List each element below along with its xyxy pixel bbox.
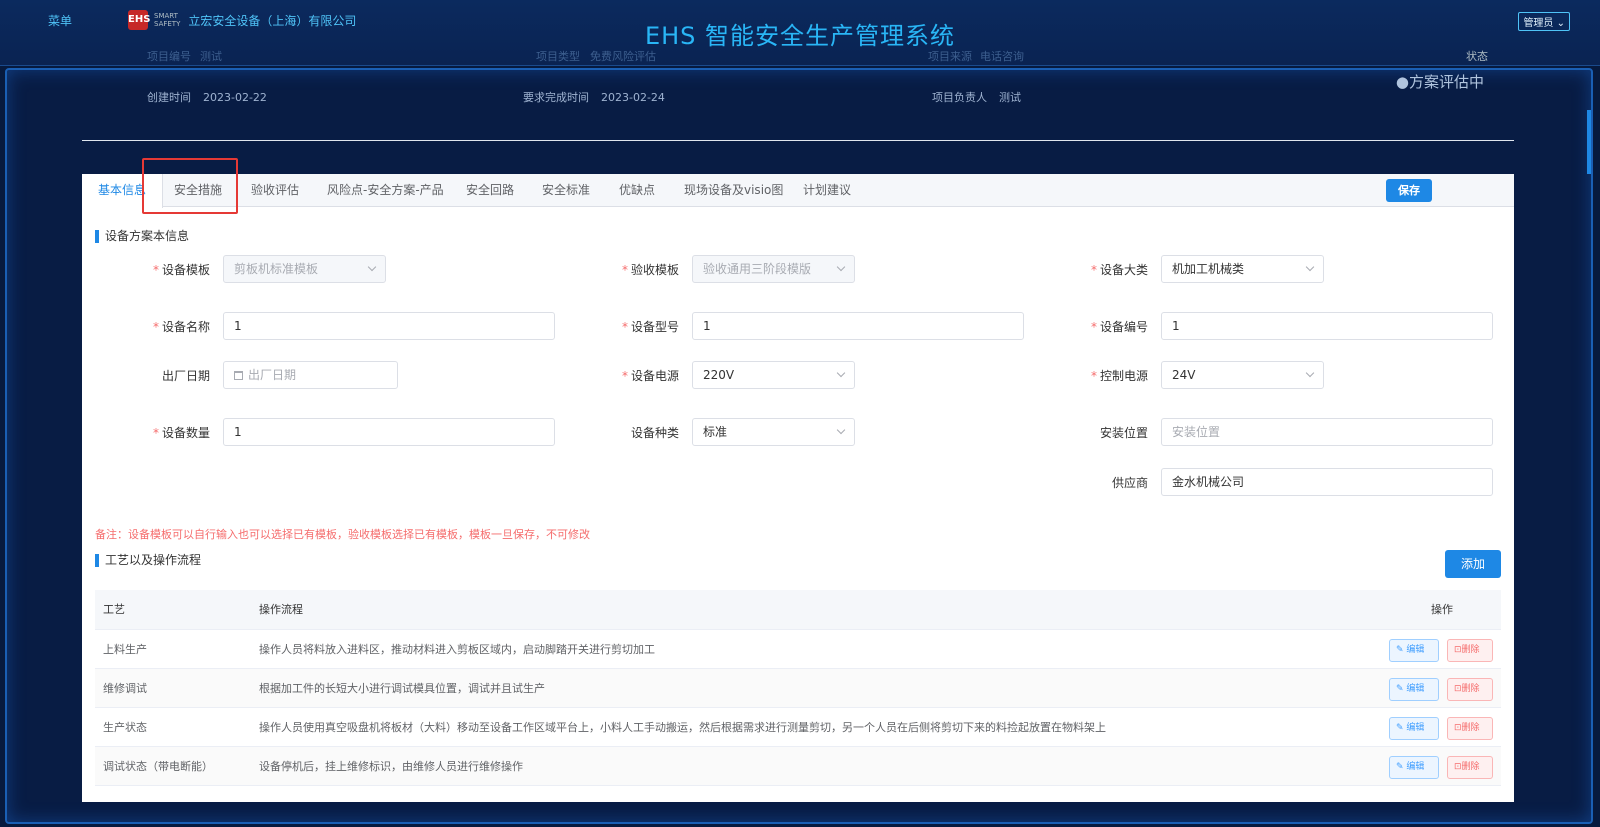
table-row: 调试状态（带电断能） 设备停机后，挂上维修标识，由维修人员进行维修操作 ✎ 编辑… — [95, 747, 1501, 786]
tab-site-equipment[interactable]: 现场设备及visio图 — [668, 174, 799, 207]
acceptance-select[interactable]: 验收通用三阶段模版 — [692, 255, 855, 283]
supplier-label: 供应商 — [1111, 476, 1148, 490]
project-type-label: 项目类型 — [536, 50, 580, 63]
delete-button[interactable]: ⊡删除 — [1447, 756, 1493, 779]
form-note: 备注：设备模板可以自行输入也可以选择已有模板，验收模板选择已有模板，模板一旦保存… — [95, 528, 590, 541]
chevron-down-icon — [1305, 262, 1315, 272]
project-number-label: 项目编号 — [147, 50, 191, 63]
project-type: 免费风险评估 — [590, 50, 656, 63]
tab-risk-points[interactable]: 风险点-安全方案-产品 — [311, 174, 460, 207]
tab-safety-measures[interactable]: 安全措施 — [158, 174, 238, 207]
name-label: * 设备名称 — [152, 320, 210, 334]
edit-button[interactable]: ✎ 编辑 — [1389, 717, 1439, 740]
admin-dropdown[interactable]: 管理员 ⌄ — [1518, 12, 1570, 31]
calendar-icon — [234, 371, 243, 380]
table-row: 生产状态 操作人员使用真空吸盘机将板材（大料）移动至设备工作区域平台上，小料人工… — [95, 708, 1501, 747]
section-title-basic: 设备方案本信息 — [95, 230, 189, 243]
model-field[interactable]: 1 — [692, 312, 1024, 340]
tab-safety-standard[interactable]: 安全标准 — [526, 174, 606, 207]
project-source-label: 项目来源 — [928, 50, 972, 63]
tab-pros-cons[interactable]: 优缺点 — [603, 174, 671, 207]
chevron-down-icon — [836, 425, 846, 435]
table-row: 维修调试 根据加工件的长短大小进行调试模具位置，调试并且试生产 ✎ 编辑 ⊡删除 — [95, 669, 1501, 708]
supplier-field[interactable]: 金水机械公司 — [1161, 468, 1493, 496]
qty-label: * 设备数量 — [152, 426, 210, 440]
created-time: 创建时间 2023-02-22 — [147, 91, 267, 104]
row-process: 调试状态（带电断能） — [103, 760, 213, 773]
col-flow: 操作流程 — [259, 603, 303, 616]
edit-button[interactable]: ✎ 编辑 — [1389, 639, 1439, 662]
location-field[interactable]: 安装位置 — [1161, 418, 1493, 446]
date-picker[interactable]: 出厂日期 — [223, 361, 398, 389]
category-label: * 设备大类 — [1090, 263, 1148, 277]
section-title-process: 工艺以及操作流程 — [95, 554, 201, 567]
location-label: 安装位置 — [1099, 426, 1148, 440]
table-row: 上料生产 操作人员将料放入进料区，推动材料进入剪板区域内，启动脚踏开关进行剪切加… — [95, 630, 1501, 669]
tab-acceptance[interactable]: 验收评估 — [235, 174, 315, 207]
chevron-down-icon — [367, 262, 377, 272]
chevron-down-icon — [1305, 368, 1315, 378]
content-panel: 基本信息 安全措施 验收评估 风险点-安全方案-产品 安全回路 安全标准 优缺点… — [82, 158, 1514, 802]
tab-plan-suggestion[interactable]: 计划建议 — [787, 174, 867, 207]
delete-button[interactable]: ⊡删除 — [1447, 678, 1493, 701]
delete-button[interactable]: ⊡删除 — [1447, 639, 1493, 662]
chevron-down-icon — [836, 368, 846, 378]
project-source: 电话咨询 — [980, 50, 1024, 63]
control-select[interactable]: 24V — [1161, 361, 1324, 389]
chevron-down-icon — [836, 262, 846, 272]
process-table: 工艺 操作流程 操作 上料生产 操作人员将料放入进料区，推动材料进入剪板区域内，… — [95, 590, 1501, 786]
row-flow: 操作人员将料放入进料区，推动材料进入剪板区域内，启动脚踏开关进行剪切加工 — [259, 643, 655, 656]
template-label: * 设备模板 — [152, 263, 210, 277]
frame-accent — [1587, 110, 1591, 174]
project-owner: 项目负责人 测试 — [932, 91, 1021, 104]
system-title: EHS 智能安全生产管理系统 — [644, 22, 956, 50]
template-select[interactable]: 剪板机标准模板 — [223, 255, 386, 283]
due-time: 要求完成时间 2023-02-24 — [523, 91, 665, 104]
col-process: 工艺 — [103, 603, 125, 616]
table-header: 工艺 操作流程 操作 — [95, 590, 1501, 630]
tab-bar: 基本信息 安全措施 验收评估 风险点-安全方案-产品 安全回路 安全标准 优缺点… — [82, 174, 1514, 208]
tab-safety-circuit[interactable]: 安全回路 — [450, 174, 530, 207]
power-label: * 设备电源 — [621, 369, 679, 383]
status-label: 状态 — [1466, 50, 1488, 63]
project-info-row: 项目编号 测试 项目类型 免费风险评估 项目来源 电话咨询 — [0, 48, 1600, 63]
status-value: ●方案评估中 — [1395, 73, 1484, 91]
save-button[interactable]: 保存 — [1386, 179, 1432, 202]
name-field[interactable]: 1 — [223, 312, 555, 340]
row-process: 生产状态 — [103, 721, 147, 734]
tab-basic-info[interactable]: 基本信息 — [82, 174, 164, 208]
category-select[interactable]: 机加工机械类 — [1161, 255, 1324, 283]
add-button[interactable]: 添加 — [1445, 550, 1501, 578]
row-process: 维修调试 — [103, 682, 147, 695]
code-label: * 设备编号 — [1090, 320, 1148, 334]
kind-label: 设备种类 — [630, 426, 679, 440]
date-label: 出厂日期 — [161, 369, 210, 383]
row-flow: 设备停机后，挂上维修标识，由维修人员进行维修操作 — [259, 760, 523, 773]
row-flow: 根据加工件的长短大小进行调试模具位置，调试并且试生产 — [259, 682, 545, 695]
project-number: 测试 — [200, 50, 222, 63]
kind-select[interactable]: 标准 — [692, 418, 855, 446]
row-flow: 操作人员使用真空吸盘机将板材（大料）移动至设备工作区域平台上，小料人工手动搬运，… — [259, 721, 1106, 734]
divider — [82, 140, 1514, 141]
delete-button[interactable]: ⊡删除 — [1447, 717, 1493, 740]
edit-button[interactable]: ✎ 编辑 — [1389, 756, 1439, 779]
code-field[interactable]: 1 — [1161, 312, 1493, 340]
qty-field[interactable]: 1 — [223, 418, 555, 446]
row-process: 上料生产 — [103, 643, 147, 656]
control-label: * 控制电源 — [1090, 369, 1148, 383]
model-label: * 设备型号 — [621, 320, 679, 334]
acceptance-label: * 验收模板 — [621, 263, 679, 277]
edit-button[interactable]: ✎ 编辑 — [1389, 678, 1439, 701]
power-select[interactable]: 220V — [692, 361, 855, 389]
col-actions: 操作 — [1431, 603, 1453, 616]
